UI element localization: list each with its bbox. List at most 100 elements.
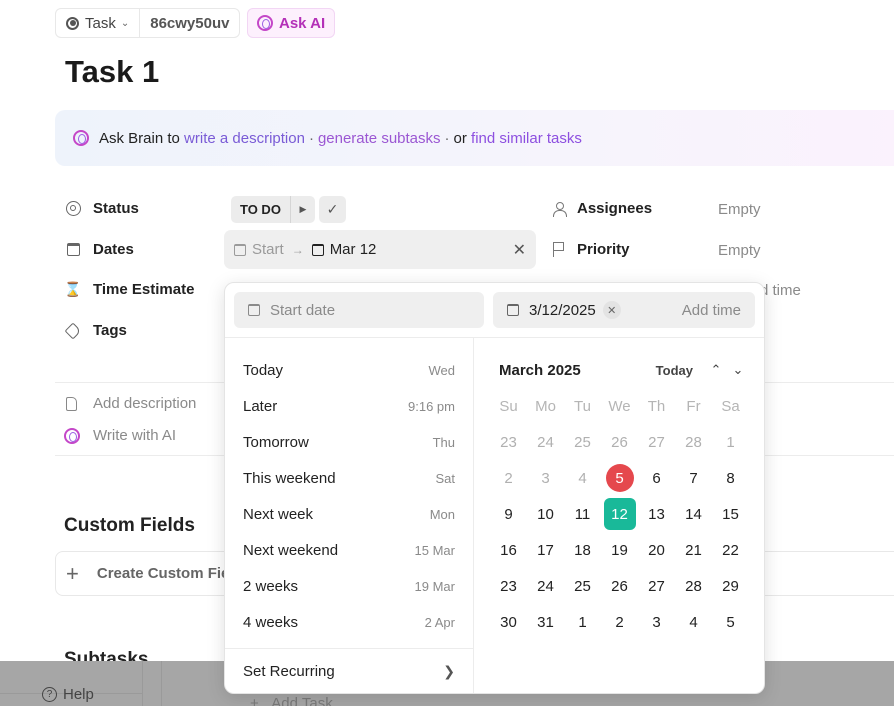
calendar-icon [507, 304, 519, 316]
weekday-label: Mo [535, 397, 556, 415]
calendar-day[interactable]: 5 [712, 604, 749, 640]
clear-dates-icon[interactable]: ✕ [513, 240, 526, 260]
task-type-icon [66, 16, 79, 30]
assignees-value[interactable]: Empty [718, 201, 761, 218]
calendar-day[interactable]: 3 [638, 604, 675, 640]
clear-due-date-icon[interactable]: ✕ [602, 301, 621, 319]
calendar-day[interactable]: 14 [675, 496, 712, 532]
quick-option[interactable]: Tomorrow Thu [225, 424, 473, 460]
calendar-day[interactable]: 21 [675, 532, 712, 568]
calendar-day[interactable]: 31 [527, 604, 564, 640]
start-date-input[interactable]: Start date [234, 292, 484, 328]
calendar-day[interactable]: 27 [638, 424, 675, 460]
quick-option[interactable]: 2 weeks 19 Mar [225, 568, 473, 604]
calendar-day[interactable]: 30 [490, 604, 527, 640]
tag-icon [64, 322, 82, 339]
write-description-link[interactable]: write a description [184, 130, 305, 147]
quick-option[interactable]: Next week Mon [225, 496, 473, 532]
calendar-day[interactable]: 17 [527, 532, 564, 568]
day-number: 29 [722, 577, 739, 595]
calendar-day[interactable]: 22 [712, 532, 749, 568]
add-description-button[interactable]: Add description [63, 395, 196, 412]
document-icon [66, 396, 77, 411]
status-button[interactable]: TO DO ▶ [231, 196, 315, 223]
calendar-icon [248, 304, 260, 316]
calendar-day[interactable]: 3 [527, 460, 564, 496]
calendar-day[interactable]: 20 [638, 532, 675, 568]
calendar-day[interactable]: 8 [712, 460, 749, 496]
calendar-day[interactable]: 18 [564, 532, 601, 568]
next-status-arrow-icon[interactable]: ▶ [291, 204, 315, 215]
calendar-day[interactable]: 23 [490, 424, 527, 460]
due-date-input[interactable]: 3/12/2025 ✕ Add time [493, 292, 755, 328]
priority-value[interactable]: Empty [718, 242, 761, 259]
day-number: 27 [648, 577, 665, 595]
calendar-day[interactable]: 25 [564, 568, 601, 604]
chevron-down-icon[interactable]: ⌄ [727, 362, 749, 378]
add-time-button[interactable]: Add time [682, 302, 741, 319]
day-number: 14 [685, 505, 702, 523]
calendar-day[interactable]: 26 [601, 568, 638, 604]
calendar-day[interactable]: 6 [638, 460, 675, 496]
calendar-day[interactable]: 24 [527, 424, 564, 460]
calendar-day[interactable]: 2 [490, 460, 527, 496]
write-with-ai-button[interactable]: Write with AI [63, 427, 176, 444]
divider [142, 661, 143, 706]
calendar-day[interactable]: 7 [675, 460, 712, 496]
calendar-day[interactable]: 11 [564, 496, 601, 532]
calendar-icon [65, 242, 81, 258]
calendar-day[interactable]: 9 [490, 496, 527, 532]
task-title[interactable]: Task 1 [65, 54, 159, 90]
calendar-day[interactable]: 24 [527, 568, 564, 604]
day-number: 12 [603, 498, 636, 530]
find-similar-tasks-link[interactable]: find similar tasks [471, 130, 582, 147]
add-task-button[interactable]: + Add Task [250, 695, 333, 706]
calendar-day[interactable]: 26 [601, 424, 638, 460]
day-number: 1 [578, 613, 587, 631]
complete-check-button[interactable]: ✓ [318, 196, 346, 223]
dates-input[interactable]: Start → Mar 12 ✕ [224, 230, 536, 269]
quick-option[interactable]: This weekend Sat [225, 460, 473, 496]
calendar-day[interactable]: 25 [564, 424, 601, 460]
calendar-day[interactable]: 10 [527, 496, 564, 532]
ask-ai-button[interactable]: Ask AI [247, 8, 336, 38]
calendar-day-selected[interactable]: 12 [601, 496, 638, 532]
flag-icon [551, 242, 567, 257]
quick-option[interactable]: Later 9:16 pm [225, 388, 473, 424]
calendar-day[interactable]: 2 [601, 604, 638, 640]
calendar-day[interactable]: 1 [712, 424, 749, 460]
calendar-day[interactable]: 19 [601, 532, 638, 568]
calendar-day[interactable]: 4 [564, 460, 601, 496]
calendar-today-button[interactable]: Today [656, 363, 693, 378]
quick-option[interactable]: 4 weeks 2 Apr [225, 604, 473, 640]
calendar-day[interactable]: 13 [638, 496, 675, 532]
set-recurring-label: Set Recurring [243, 662, 335, 680]
task-id[interactable]: 86cwy50uv [139, 9, 239, 37]
person-icon [551, 201, 567, 217]
quick-option-hint: 19 Mar [414, 578, 455, 594]
calendar-day[interactable]: 15 [712, 496, 749, 532]
ai-brain-icon [73, 130, 89, 146]
quick-option[interactable]: Today Wed [225, 352, 473, 388]
generate-subtasks-link[interactable]: generate subtasks [318, 130, 441, 147]
calendar-day[interactable]: 28 [675, 424, 712, 460]
calendar-day[interactable]: 1 [564, 604, 601, 640]
calendar-day[interactable]: 23 [490, 568, 527, 604]
day-number: 21 [685, 541, 702, 559]
calendar-day[interactable]: 27 [638, 568, 675, 604]
calendar-day[interactable]: 4 [675, 604, 712, 640]
time-estimate-value[interactable]: d time [760, 282, 801, 299]
help-button[interactable]: ? Help [42, 686, 94, 703]
due-date-slot[interactable]: Mar 12 [311, 241, 376, 258]
calendar-day[interactable]: 16 [490, 532, 527, 568]
calendar-day-today[interactable]: 5 [601, 460, 638, 496]
calendar-day[interactable]: 28 [675, 568, 712, 604]
start-date-slot[interactable]: Start [234, 241, 284, 258]
calendar-day[interactable]: 29 [712, 568, 749, 604]
set-recurring-button[interactable]: Set Recurring ❯ [225, 649, 473, 693]
task-type-dropdown[interactable]: Task ⌄ [56, 9, 139, 37]
chevron-up-icon[interactable]: ⌃ [705, 362, 727, 378]
quick-option[interactable]: Next weekend 15 Mar [225, 532, 473, 568]
calendar-month-label: March 2025 [499, 361, 581, 379]
task-type-label: Task [85, 14, 116, 32]
